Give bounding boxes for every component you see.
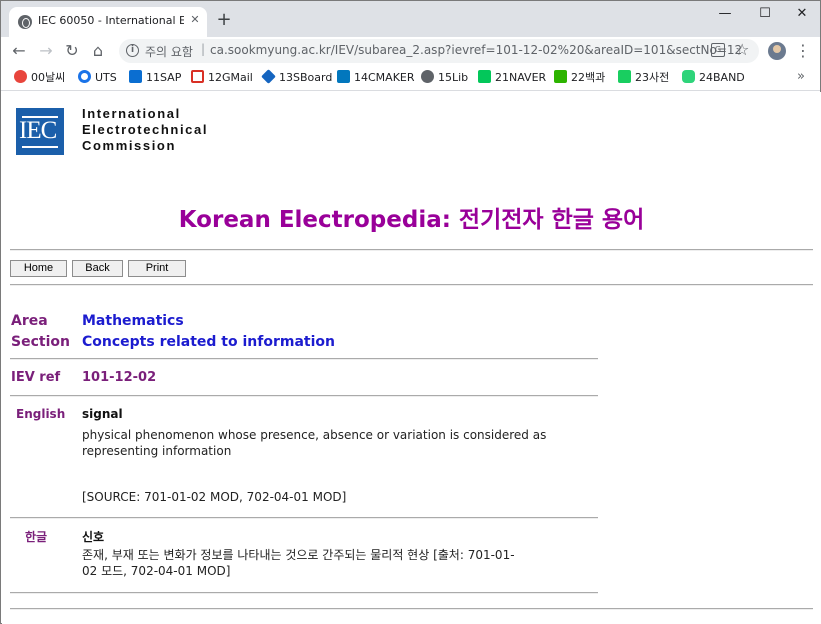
iev-ref-value: 101-12-02 xyxy=(82,370,157,385)
security-label[interactable]: 주의 요함 xyxy=(145,43,193,60)
english-source: [SOURCE: 701-01-02 MOD, 702-04-01 MOD] xyxy=(82,490,347,504)
dictionary-icon xyxy=(618,70,631,83)
divider xyxy=(10,592,598,594)
bookmark-item[interactable]: UTS xyxy=(78,69,117,87)
org-line: Electrotechnical xyxy=(82,122,209,137)
bookmarks-overflow-icon[interactable]: » xyxy=(797,69,805,84)
cmaker-icon xyxy=(337,70,350,83)
weather-icon xyxy=(14,70,27,83)
bookmark-item[interactable]: 14CMAKER xyxy=(337,69,415,87)
english-definition-line: representing information xyxy=(82,444,232,458)
bookmark-item[interactable]: 11SAP xyxy=(129,69,181,87)
forward-arrow-icon[interactable]: → xyxy=(35,40,57,62)
area-label: Area xyxy=(11,313,48,329)
bookmark-item[interactable]: 24BAND xyxy=(682,69,745,87)
browser-toolbar: ← → ↻ ⌂ i 주의 요함 | ca.sookmyung.ac.kr/IEV… xyxy=(1,37,820,65)
close-window-button[interactable]: ✕ xyxy=(789,4,815,24)
back-button[interactable]: Back xyxy=(72,260,123,277)
home-button[interactable]: Home xyxy=(10,260,67,277)
organization-name: International Electrotechnical Commissio… xyxy=(82,106,208,154)
korean-label: 한글 xyxy=(25,530,48,544)
reload-icon[interactable]: ↻ xyxy=(61,40,83,62)
new-tab-button[interactable]: + xyxy=(214,10,234,30)
bookmark-item[interactable]: 23사전 xyxy=(618,69,669,87)
section-label: Section xyxy=(11,334,70,350)
translate-icon[interactable]: G xyxy=(711,43,725,57)
bookmark-item[interactable]: 22백과 xyxy=(554,69,605,87)
iev-ref-label: IEV ref xyxy=(11,370,61,385)
info-icon[interactable]: i xyxy=(126,44,139,57)
divider xyxy=(10,358,598,360)
logo-bar-bottom xyxy=(22,146,58,148)
browser-tab[interactable]: IEC 60050 - International Electropedia ✕ xyxy=(9,7,207,37)
uts-icon xyxy=(78,70,91,83)
english-definition-line: physical phenomenon whose presence, abse… xyxy=(82,428,547,442)
divider xyxy=(10,608,813,610)
maximize-button[interactable]: ☐ xyxy=(752,4,778,24)
logo-text: IEC xyxy=(19,117,57,144)
bookmark-item[interactable]: 13SBoard xyxy=(261,69,332,87)
area-value: Mathematics xyxy=(82,313,184,329)
tab-close-icon[interactable]: ✕ xyxy=(188,13,202,27)
print-button[interactable]: Print xyxy=(128,260,186,277)
korean-term: 신호 xyxy=(82,530,105,544)
globe-icon xyxy=(421,70,434,83)
url-text[interactable]: ca.sookmyung.ac.kr/IEV/subarea_2.asp?iev… xyxy=(210,43,742,57)
sap-icon xyxy=(129,70,142,83)
minimize-button[interactable]: — xyxy=(712,4,738,24)
english-label: English xyxy=(16,407,66,421)
bookmark-item[interactable]: 21NAVER xyxy=(478,69,546,87)
bookmark-item[interactable]: 00날씨 xyxy=(14,69,65,87)
encyclopedia-icon xyxy=(554,70,567,83)
divider xyxy=(10,517,598,519)
naver-icon xyxy=(478,70,491,83)
separator: | xyxy=(201,42,206,56)
star-of-david-icon xyxy=(261,69,276,84)
english-term: signal xyxy=(82,407,123,421)
bookmark-item[interactable]: 15Lib xyxy=(421,69,468,87)
globe-icon xyxy=(18,15,32,29)
band-icon xyxy=(682,70,695,83)
org-line: Commission xyxy=(82,138,177,153)
browser-window: IEC 60050 - International Electropedia ✕… xyxy=(0,0,821,624)
divider xyxy=(10,395,598,397)
org-line: International xyxy=(82,106,181,121)
menu-dots-icon[interactable]: ⋮ xyxy=(795,41,811,60)
divider xyxy=(10,284,813,286)
address-bar[interactable]: i 주의 요함 | ca.sookmyung.ac.kr/IEV/subarea… xyxy=(119,39,759,63)
divider xyxy=(10,249,813,251)
profile-avatar[interactable] xyxy=(768,42,786,60)
gmail-icon xyxy=(191,70,204,83)
bookmarks-bar: 00날씨 UTS 11SAP 12GMail 13SBoard 14CMAKER… xyxy=(1,65,820,91)
bookmark-item[interactable]: 12GMail xyxy=(191,69,253,87)
page-title: Korean Electropedia: 전기전자 한글 용어 xyxy=(178,207,645,233)
korean-definition-line: 02 모드, 702-04-01 MOD] xyxy=(82,564,231,578)
page-content: IEC International Electrotechnical Commi… xyxy=(2,92,821,624)
tab-strip: IEC 60050 - International Electropedia ✕… xyxy=(1,1,820,37)
section-value: Concepts related to information xyxy=(82,334,335,350)
iec-logo: IEC xyxy=(16,108,64,155)
back-arrow-icon[interactable]: ← xyxy=(8,40,30,62)
bookmark-star-icon[interactable]: ☆ xyxy=(735,40,749,59)
tab-title: IEC 60050 - International Electropedia xyxy=(38,14,184,27)
korean-definition-line: 존재, 부재 또는 변화가 정보를 나타내는 것으로 간주되는 물리적 현상 [… xyxy=(82,548,515,562)
home-icon[interactable]: ⌂ xyxy=(87,40,109,62)
